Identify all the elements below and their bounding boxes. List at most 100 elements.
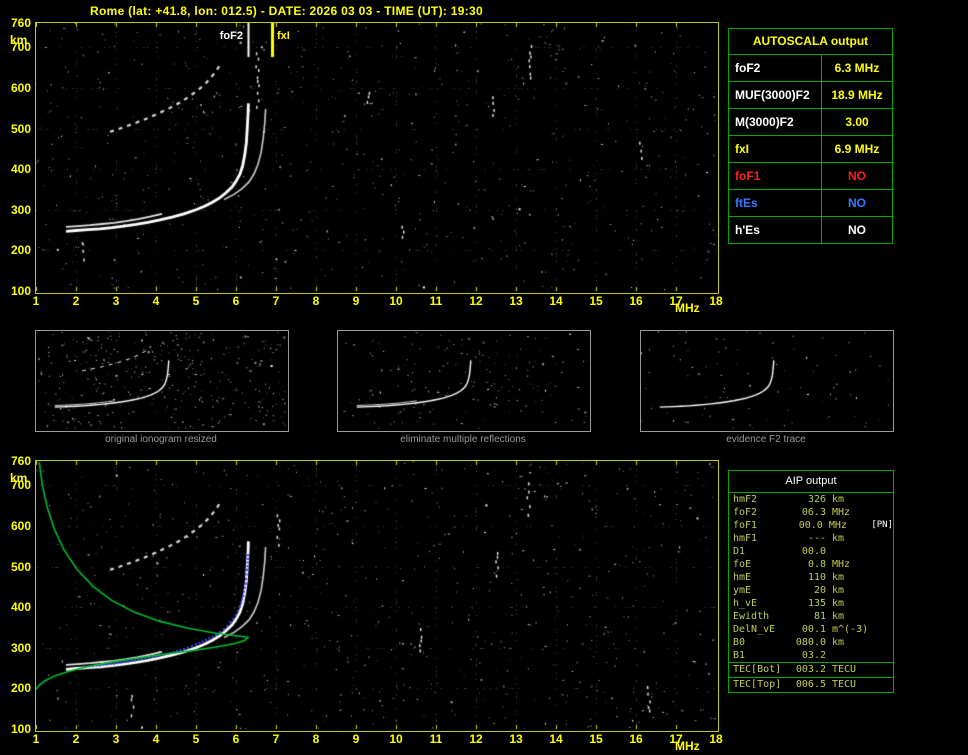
- aip-row-value: 135: [807, 598, 826, 609]
- autoscala-row-value: 6.3 MHz: [834, 61, 880, 75]
- x-axis-tick-label: 15: [589, 294, 603, 308]
- aip-row: ymE 20 km: [729, 584, 893, 597]
- aip-row: foE 0.8 MHz: [729, 558, 893, 571]
- x-axis-tick-label: 11: [429, 294, 443, 308]
- aip-row: Ewidth 81 km: [729, 610, 893, 623]
- aip-row-extra: [876, 584, 893, 597]
- thumbnail-caption: evidence F2 trace: [726, 434, 806, 445]
- aip-row-value: 00.0: [801, 546, 826, 557]
- x-axis-tick-label: 15: [589, 732, 603, 746]
- aip-row: hmF1 --- km: [729, 532, 893, 545]
- autoscala-row-label: MUF(3000)F2: [729, 82, 822, 108]
- y-axis-unit-label: km: [10, 471, 28, 485]
- aip-row-value: 20: [813, 585, 826, 596]
- y-axis-tick-label: 400: [10, 600, 31, 615]
- autoscala-row: foF2 6.3 MHz: [729, 55, 892, 82]
- aip-row: foF1 00.0 MHz [PN]: [729, 519, 893, 532]
- page-title: Rome (lat: +41.8, lon: 012.5) - DATE: 20…: [90, 4, 483, 18]
- autoscala-rows: foF2 6.3 MHz MUF(3000)F2 18.9 MHz M(3000)F2 3…: [729, 55, 892, 243]
- aip-row-extra: [PN]: [871, 520, 894, 530]
- autoscala-window: Rome (lat: +41.8, lon: 012.5) - DATE: 20…: [0, 0, 968, 755]
- aip-row-value: 006.5: [795, 679, 826, 690]
- aip-row-value: 00.0: [798, 520, 823, 531]
- thumbnail-canvas: [641, 331, 891, 429]
- autoscala-row: foF1 NO: [729, 163, 892, 190]
- autoscala-row-label: M(3000)F2: [729, 109, 822, 135]
- x-axis-tick-label: 2: [72, 294, 80, 308]
- x-axis-tick-label: 8: [312, 732, 320, 746]
- aip-row: DelN_vE 00.1 m^(-3): [729, 623, 893, 636]
- x-axis-tick-label: 4: [152, 294, 160, 308]
- autoscala-row-value: NO: [848, 196, 866, 210]
- aip-row-name: B0: [733, 637, 746, 648]
- marker-label-fxI: fxI: [277, 30, 290, 42]
- autoscala-row: ftEs NO: [729, 190, 892, 217]
- aip-panel-title: AIP output: [729, 471, 893, 493]
- thumbnail-caption: eliminate multiple reflections: [400, 434, 526, 445]
- x-axis-tick-label: 14: [549, 294, 563, 308]
- aip-row-extra: [876, 636, 893, 649]
- autoscala-row: h'Es NO: [729, 217, 892, 243]
- x-axis-tick-label: 18: [709, 732, 723, 746]
- aip-row-value: 110: [807, 572, 826, 583]
- x-axis-tick-label: 10: [389, 294, 403, 308]
- thumbnail-caption: original ionogram resized: [105, 434, 217, 445]
- aip-row-value: 003.2: [795, 664, 826, 675]
- x-axis-unit-label: MHz: [675, 301, 700, 315]
- aip-row-unit: MHz: [832, 507, 851, 518]
- aip-row-extra: [876, 532, 893, 545]
- thumbnail-canvas: [338, 331, 588, 429]
- aip-row-extra: [876, 597, 893, 610]
- aip-row: hmE 110 km: [729, 571, 893, 584]
- aip-row-name: Ewidth: [733, 611, 770, 622]
- aip-row-unit: km: [832, 494, 845, 505]
- x-axis-tick-label: 1: [32, 294, 40, 308]
- main-ionogram-plot: [35, 22, 719, 294]
- aip-row: B0 080.0 km: [729, 636, 893, 649]
- aip-row-extra: [876, 678, 893, 692]
- aip-row-extra: [876, 506, 893, 519]
- x-axis-tick-label: 8: [312, 294, 320, 308]
- x-axis-tick-label: 5: [192, 294, 200, 308]
- profile-ionogram-plot: [35, 460, 719, 732]
- x-axis-tick-label: 4: [152, 732, 160, 746]
- x-axis-tick-label: 3: [112, 732, 120, 746]
- y-axis-tick-label: 500: [10, 559, 31, 574]
- x-axis-tick-label: 12: [469, 294, 483, 308]
- autoscala-panel-title: AUTOSCALA output: [729, 29, 892, 55]
- aip-row-extra: [876, 545, 893, 558]
- aip-row-name: h_vE: [733, 598, 758, 609]
- aip-row-name: hmF2: [733, 494, 758, 505]
- aip-row-extra: [876, 610, 893, 623]
- aip-row-value: 00.1: [801, 624, 826, 635]
- aip-row: foF2 06.3 MHz: [729, 506, 893, 519]
- x-axis-tick-label: 3: [112, 294, 120, 308]
- aip-row-unit: km: [832, 637, 845, 648]
- aip-row-unit: km: [832, 611, 845, 622]
- aip-row: hmF2 326 km: [729, 493, 893, 506]
- aip-row-value: 03.2: [801, 650, 826, 661]
- thumbnail-eliminate-reflections: [337, 330, 591, 432]
- aip-row-name: foF2: [733, 507, 758, 518]
- aip-row-name: B1: [733, 650, 746, 661]
- y-axis-tick-label: 200: [10, 681, 31, 696]
- aip-row-unit: km: [832, 572, 845, 583]
- autoscala-row-value: NO: [848, 223, 866, 237]
- aip-row-name: DelN_vE: [733, 624, 776, 635]
- autoscala-row-value: NO: [848, 169, 866, 183]
- y-axis-tick-label: 760: [10, 16, 31, 30]
- x-axis-tick-label: 12: [469, 732, 483, 746]
- autoscala-row-value: 6.9 MHz: [834, 142, 880, 156]
- autoscala-row: fxI 6.9 MHz: [729, 136, 892, 163]
- y-axis-tick-label: 100: [10, 284, 31, 298]
- aip-row-name: hmE: [733, 572, 752, 583]
- aip-row-extra: [876, 663, 893, 677]
- aip-row-value: 81: [813, 611, 826, 622]
- aip-row: h_vE 135 km: [729, 597, 893, 610]
- x-axis-tick-label: 14: [549, 732, 563, 746]
- marker-label-foF2: foF2: [219, 30, 243, 42]
- x-axis-tick-label: 7: [272, 732, 280, 746]
- aip-row: TEC[Top] 006.5 TECU: [729, 677, 893, 692]
- x-axis-tick-label: 9: [352, 294, 360, 308]
- main-ionogram-canvas: [36, 23, 716, 291]
